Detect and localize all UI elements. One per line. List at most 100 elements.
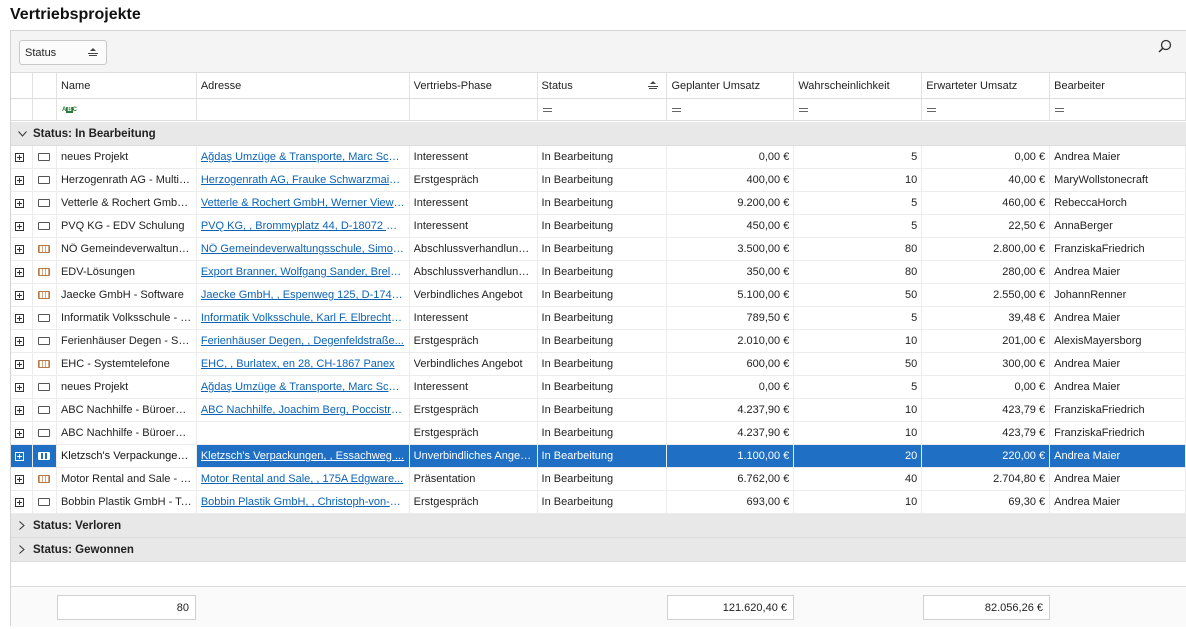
cell-status[interactable]: In Bearbeitung [538,238,668,260]
expand-cell[interactable] [11,215,33,237]
cell-address[interactable]: Kletzsch's Verpackungen, , Essachweg ... [197,445,410,467]
table-row[interactable]: PVQ KG - EDV Schulung PVQ KG, , Brommypla… [11,215,1186,238]
cell-status[interactable]: In Bearbeitung [538,284,668,306]
expand-plus-icon[interactable] [15,382,24,392]
cell-planned[interactable]: 9.200,00 € [667,192,795,214]
cell-phase[interactable]: Erstgespräch [410,169,538,191]
cell-phase[interactable]: Interessent [410,146,538,168]
cell-name[interactable]: Kletzsch's Verpackungen - Server [56,445,197,467]
expand-plus-icon[interactable] [15,474,24,484]
address-link[interactable]: Herzogenrath AG, Frauke Schwarzmaier, ..… [201,174,405,186]
expand-cell[interactable] [11,169,33,191]
cell-name[interactable]: NÖ Gemeindeverwaltungsschule [57,238,197,260]
cell-planned[interactable]: 4.237,90 € [667,399,795,421]
expand-cell[interactable] [11,146,33,168]
table-row[interactable]: Herzogenrath AG - Multifunktion Herzogenr… [11,169,1186,192]
cell-name[interactable]: neues Projekt [57,146,197,168]
cell-prob[interactable]: 10 [794,399,923,421]
address-link[interactable]: Jaecke GmbH, , Espenweg 125, D-1744... [201,289,405,301]
cell-status[interactable]: In Bearbeitung [538,261,668,283]
cell-owner[interactable]: Andrea Maier [1050,307,1186,329]
cell-address[interactable]: Ağdaş Umzüge & Transporte, Marc Schoen, … [197,146,410,168]
cell-status[interactable]: In Bearbeitung [538,192,668,214]
cell-owner[interactable]: Andrea Maier [1050,261,1186,283]
expand-cell[interactable] [11,307,33,329]
expand-plus-icon[interactable] [15,313,24,323]
chevron-right-icon[interactable] [11,521,33,530]
expand-plus-icon[interactable] [15,152,24,162]
cell-expected[interactable]: 69,30 € [922,491,1051,513]
search-icon[interactable] [1158,39,1172,53]
cell-name[interactable]: ABC Nachhilfe - Büroerweiterung [57,422,197,444]
cell-status[interactable]: In Bearbeitung [538,146,668,168]
cell-phase[interactable]: Interessent [410,192,538,214]
cell-status[interactable]: In Bearbeitung [538,399,668,421]
cell-name[interactable]: Motor Rental and Sale - Software [57,468,197,490]
cell-address[interactable]: Jaecke GmbH, , Espenweg 125, D-1744... [197,284,410,306]
chevron-down-icon[interactable] [11,130,33,137]
cell-planned[interactable]: 789,50 € [667,307,795,329]
expand-plus-icon[interactable] [15,359,24,369]
filter-cell[interactable] [538,99,668,120]
group-chip-status[interactable]: Status [19,40,107,65]
group-row[interactable]: Status: Gewonnen [11,538,1186,562]
filter-cell[interactable] [197,99,410,120]
cell-planned[interactable]: 1.100,00 € [667,445,795,467]
cell-phase[interactable]: Abschlussverhandlungen [410,261,538,283]
cell-planned[interactable]: 350,00 € [667,261,795,283]
cell-name[interactable]: Jaecke GmbH - Software [57,284,197,306]
address-link[interactable]: Export Branner, Wolfgang Sander, Brelo..… [201,266,405,278]
cell-owner[interactable]: Andrea Maier [1050,146,1186,168]
cell-expected[interactable]: 300,00 € [922,353,1051,375]
cell-address[interactable]: Export Branner, Wolfgang Sander, Brelo..… [197,261,410,283]
cell-prob[interactable]: 10 [794,491,923,513]
cell-name[interactable]: Vetterle & Rochert GmbH - ... [57,192,197,214]
cell-status[interactable]: In Bearbeitung [538,445,668,467]
cell-owner[interactable]: Andrea Maier [1050,353,1186,375]
expand-cell[interactable] [11,353,33,375]
expand-cell[interactable] [11,376,33,398]
filter-cell[interactable] [794,99,923,120]
cell-prob[interactable]: 80 [794,261,923,283]
cell-owner[interactable]: Andrea Maier [1050,491,1186,513]
cell-expected[interactable]: 40,00 € [922,169,1051,191]
cell-phase[interactable]: Erstgespräch [410,491,538,513]
address-link[interactable]: Ağdaş Umzüge & Transporte, Marc Schoen, … [201,381,405,393]
cell-prob[interactable]: 5 [794,192,923,214]
cell-address[interactable]: NÖ Gemeindeverwaltungsschule, Simon ... [197,238,410,260]
cell-planned[interactable]: 5.100,00 € [667,284,795,306]
cell-address[interactable]: Ferienhäuser Degen, , Degenfeldstraße... [197,330,410,352]
filter-cell[interactable]: ABC [57,99,197,120]
cell-phase[interactable]: Verbindliches Angebot [410,353,538,375]
table-row[interactable]: Bobbin Plastik GmbH - Telefonanlage Bobbi… [11,491,1186,514]
cell-prob[interactable]: 10 [794,330,923,352]
cell-planned[interactable]: 4.237,90 € [667,422,795,444]
cell-expected[interactable]: 460,00 € [922,192,1051,214]
cell-name[interactable]: Ferienhäuser Degen - Software [57,330,197,352]
table-row[interactable]: neues Projekt Ağdaş Umzüge & Transporte, … [11,376,1186,399]
expand-plus-icon[interactable] [15,428,24,438]
cell-prob[interactable]: 5 [794,215,923,237]
cell-status[interactable]: In Bearbeitung [538,353,668,375]
cell-status[interactable]: In Bearbeitung [538,468,668,490]
cell-prob[interactable]: 5 [794,376,923,398]
table-row[interactable]: Kletzsch's Verpackungen - Server Kletzsch… [11,445,1186,468]
cell-expected[interactable]: 2.800,00 € [922,238,1051,260]
expand-cell[interactable] [11,445,33,467]
cell-owner[interactable]: AnnaBerger [1050,215,1186,237]
address-link[interactable]: Ağdaş Umzüge & Transporte, Marc Schoen, … [201,151,405,163]
column-header-name[interactable]: Name [57,73,197,98]
address-link[interactable]: Ferienhäuser Degen, , Degenfeldstraße... [201,335,405,347]
expand-plus-icon[interactable] [15,221,24,231]
cell-owner[interactable]: Andrea Maier [1050,468,1186,490]
address-link[interactable]: PVQ KG, , Brommyplatz 44, D-18072 Ro... [201,220,405,232]
cell-expected[interactable]: 2.704,80 € [922,468,1051,490]
address-link[interactable]: Bobbin Plastik GmbH, , Christoph-von-Gl.… [201,496,405,508]
expand-plus-icon[interactable] [15,497,24,507]
cell-expected[interactable]: 0,00 € [922,146,1051,168]
expand-cell[interactable] [11,330,33,352]
chevron-right-icon[interactable] [11,545,33,554]
filter-cell[interactable] [667,99,795,120]
cell-planned[interactable]: 600,00 € [667,353,795,375]
expand-cell[interactable] [11,491,33,513]
